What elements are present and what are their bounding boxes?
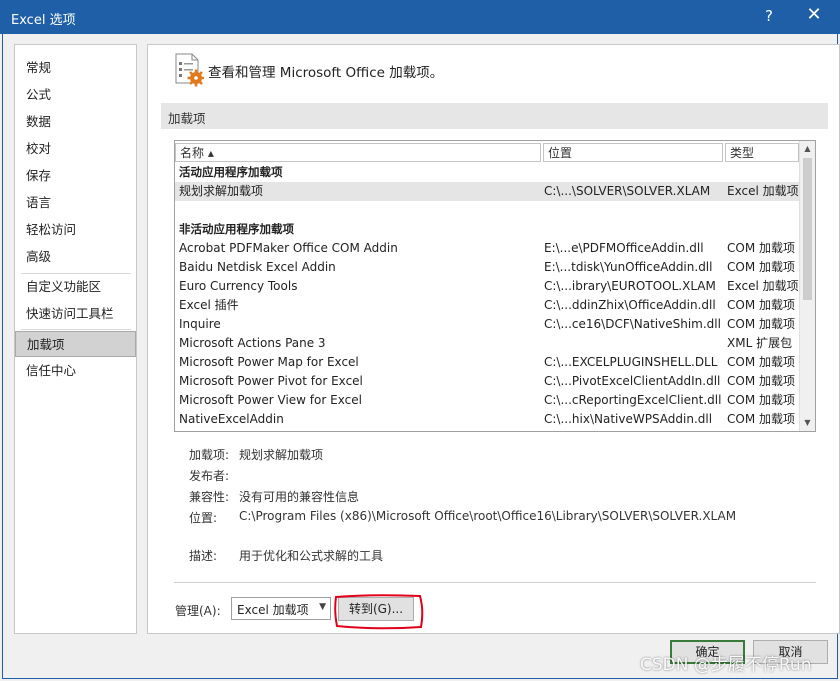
- row-name: NativeExcelAddin: [179, 412, 284, 426]
- row-location: C:\...ddinZhix\OfficeAddin.dll: [544, 298, 716, 312]
- manage-dropdown[interactable]: Excel 加载项 ▼: [231, 597, 331, 620]
- sidebar-item-trust-center[interactable]: 信任中心: [15, 358, 136, 384]
- manage-label: 管理(A):: [175, 604, 221, 618]
- row-location: C:\...PivotExcelClientAddIn.dll: [544, 374, 721, 388]
- row-name: Excel 插件: [179, 298, 239, 312]
- detail-compat-value: 没有可用的兼容性信息: [239, 490, 360, 504]
- row-type: COM 加载项: [727, 374, 795, 388]
- scroll-down-icon[interactable]: ▼: [800, 415, 815, 430]
- row-type: COM 加载项: [727, 241, 795, 255]
- table-row[interactable]: Euro Currency Tools C:\...ibrary\EUROTOO…: [175, 277, 799, 296]
- row-type: Excel 加载项: [727, 279, 799, 293]
- red-annotation-outline: [334, 594, 424, 630]
- row-name: Microsoft Power Pivot for Excel: [179, 374, 363, 388]
- sidebar-item-accessibility[interactable]: 轻松访问: [15, 217, 136, 243]
- scrollbar-thumb[interactable]: [803, 158, 812, 300]
- row-name: 规划求解加载项: [179, 184, 264, 198]
- row-location: C:\...hix\NativeWPSAddin.dll: [544, 412, 713, 426]
- section-title: 加载项: [168, 111, 206, 126]
- row-location: E:\...tdisk\YunOfficeAddin.dll: [544, 260, 713, 274]
- addins-list[interactable]: 名称 ▴ 位置 类型 活动应用程序加载项 规划求解加载项 C:\...\SOLV…: [174, 140, 816, 432]
- row-name: Microsoft Power View for Excel: [179, 393, 362, 407]
- sidebar-divider: [21, 329, 131, 330]
- sidebar-item-customize-ribbon[interactable]: 自定义功能区: [15, 274, 136, 300]
- sidebar-item-data[interactable]: 数据: [15, 109, 136, 135]
- row-type: COM 加载项: [727, 393, 795, 407]
- addins-gear-icon: [175, 53, 204, 87]
- title-bar: Excel 选项 ? ✕: [0, 0, 840, 34]
- group-header-inactive: 非活动应用程序加载项: [175, 220, 799, 239]
- group-label: 活动应用程序加载项: [179, 165, 283, 179]
- row-type: COM 加载项: [727, 298, 795, 312]
- options-sidebar: 常规 公式 数据 校对 保存 语言 轻松访问 高级 自定义功能区 快速访问工具栏…: [14, 44, 137, 634]
- detail-location-value: C:\Program Files (x86)\Microsoft Office\…: [239, 509, 737, 523]
- page-title: 查看和管理 Microsoft Office 加载项。: [208, 65, 444, 81]
- row-location: E:\...e\PDFMOfficeAddin.dll: [544, 241, 704, 255]
- detail-compat-label: 兼容性:: [189, 490, 230, 504]
- row-name: Microsoft Actions Pane 3: [179, 336, 326, 350]
- table-row[interactable]: 规划求解加载项 C:\...\SOLVER\SOLVER.XLAM Excel …: [175, 182, 799, 201]
- table-row[interactable]: Excel 插件 C:\...ddinZhix\OfficeAddin.dll …: [175, 296, 799, 315]
- table-row[interactable]: Microsoft Actions Pane 3 XML 扩展包: [175, 334, 799, 353]
- row-name: Acrobat PDFMaker Office COM Addin: [179, 241, 398, 255]
- row-location: C:\...\SOLVER\SOLVER.XLAM: [544, 184, 711, 198]
- dialog-body: 常规 公式 数据 校对 保存 语言 轻松访问 高级 自定义功能区 快速访问工具栏…: [2, 34, 840, 679]
- row-type: COM 加载项: [727, 355, 795, 369]
- chevron-down-icon: ▼: [319, 602, 326, 612]
- table-row[interactable]: Baidu Netdisk Excel Addin E:\...tdisk\Yu…: [175, 258, 799, 277]
- table-row[interactable]: NativeExcelAddin C:\...hix\NativeWPSAddi…: [175, 410, 799, 429]
- group-label: 非活动应用程序加载项: [179, 222, 294, 236]
- sidebar-item-general[interactable]: 常规: [15, 55, 136, 81]
- sidebar-item-save[interactable]: 保存: [15, 163, 136, 189]
- watermark: CSDN @步履不停Run: [640, 655, 812, 675]
- row-type: COM 加载项: [727, 260, 795, 274]
- sidebar-item-addins[interactable]: 加载项: [15, 331, 136, 357]
- divider: [174, 582, 816, 583]
- detail-desc-label: 描述:: [189, 549, 218, 563]
- column-header-name[interactable]: 名称 ▴: [175, 143, 541, 162]
- sidebar-item-quick-access-toolbar[interactable]: 快速访问工具栏: [15, 301, 136, 327]
- row-name: Euro Currency Tools: [179, 279, 298, 293]
- row-name: Microsoft Power Map for Excel: [179, 355, 359, 369]
- row-type: XML 扩展包: [727, 336, 793, 350]
- detail-addin-label: 加载项:: [189, 448, 230, 462]
- row-location: C:\...EXCELPLUGINSHELL.DLL: [544, 355, 718, 369]
- sidebar-item-proofing[interactable]: 校对: [15, 136, 136, 162]
- sidebar-item-advanced[interactable]: 高级: [15, 244, 136, 270]
- detail-addin-value: 规划求解加载项: [239, 448, 324, 462]
- sidebar-item-language[interactable]: 语言: [15, 190, 136, 216]
- row-location: C:\...ce16\DCF\NativeShim.dll: [544, 317, 721, 331]
- detail-publisher-label: 发布者:: [189, 469, 230, 483]
- manage-selected-value: Excel 加载项: [237, 603, 309, 617]
- table-row[interactable]: Microsoft Power View for Excel C:\...cRe…: [175, 391, 799, 410]
- section-header: 加载项: [161, 103, 828, 129]
- sidebar-item-formulas[interactable]: 公式: [15, 82, 136, 108]
- detail-location-label: 位置:: [189, 511, 218, 525]
- close-button[interactable]: ✕: [800, 4, 828, 25]
- scroll-up-icon[interactable]: ▲: [800, 141, 815, 156]
- row-type: Excel 加载项: [727, 184, 799, 198]
- group-header-active: 活动应用程序加载项: [175, 163, 799, 182]
- column-header-type[interactable]: 类型: [725, 143, 799, 162]
- row-location: C:\...cReportingExcelClient.dll: [544, 393, 722, 407]
- row-name: Inquire: [179, 317, 221, 331]
- table-row[interactable]: Acrobat PDFMaker Office COM Addin E:\...…: [175, 239, 799, 258]
- vertical-scrollbar[interactable]: ▲ ▼: [799, 141, 815, 431]
- table-row[interactable]: Inquire C:\...ce16\DCF\NativeShim.dll CO…: [175, 315, 799, 334]
- addins-panel: 查看和管理 Microsoft Office 加载项。 加载项 名称 ▴ 位置 …: [147, 44, 840, 634]
- column-header-location[interactable]: 位置: [543, 143, 723, 162]
- help-button[interactable]: ?: [760, 7, 778, 25]
- detail-desc-value: 用于优化和公式求解的工具: [239, 549, 384, 563]
- table-row[interactable]: Microsoft Power Map for Excel C:\...EXCE…: [175, 353, 799, 372]
- row-name: Baidu Netdisk Excel Addin: [179, 260, 336, 274]
- window-title: Excel 选项: [11, 13, 76, 28]
- row-type: COM 加载项: [727, 412, 795, 426]
- row-type: COM 加载项: [727, 317, 795, 331]
- row-location: C:\...ibrary\EUROTOOL.XLAM: [544, 279, 716, 293]
- table-row[interactable]: Microsoft Power Pivot for Excel C:\...Pi…: [175, 372, 799, 391]
